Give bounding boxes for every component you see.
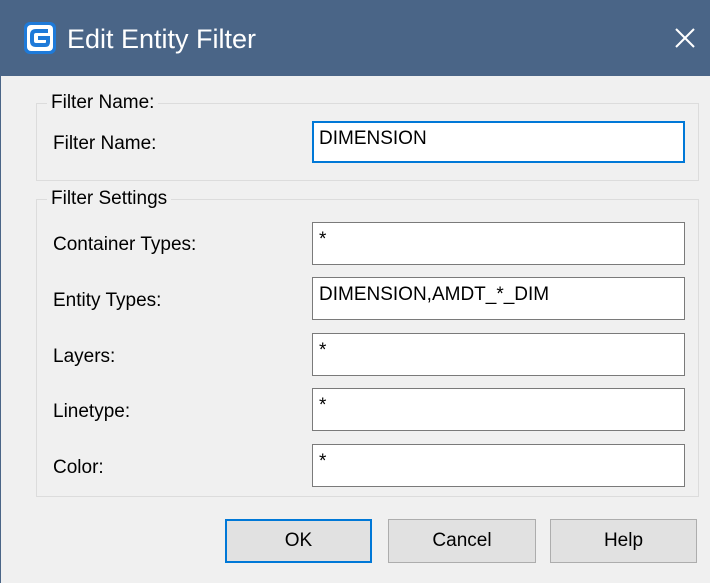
color-label: Color: [53,457,104,478]
app-logo-icon [24,22,56,54]
layers-label: Layers: [53,346,116,367]
cancel-button[interactable]: Cancel [388,519,536,563]
entity-types-label: Entity Types: [53,290,162,311]
filter-name-input[interactable]: DIMENSION [312,121,685,163]
title-bar[interactable]: Edit Entity Filter [1,0,710,76]
linetype-label: Linetype: [53,401,131,422]
dialog-title: Edit Entity Filter [67,24,257,54]
filter-name-group-title: Filter Name: [47,92,159,114]
help-button[interactable]: Help [550,519,697,563]
container-types-label: Container Types: [53,234,197,255]
close-button[interactable] [663,16,707,60]
close-icon [675,28,695,48]
layers-input[interactable]: * [312,333,685,376]
ok-button[interactable]: OK [225,519,372,563]
color-input[interactable]: * [312,444,685,487]
filter-name-label: Filter Name: [53,133,157,154]
container-types-input[interactable]: * [312,222,685,265]
edit-entity-filter-dialog: Edit Entity Filter Filter Name: Filter N… [0,0,710,583]
filter-settings-group-title: Filter Settings [47,188,172,210]
linetype-input[interactable]: * [312,388,685,431]
entity-types-input[interactable]: DIMENSION,AMDT_*_DIM [312,277,685,320]
